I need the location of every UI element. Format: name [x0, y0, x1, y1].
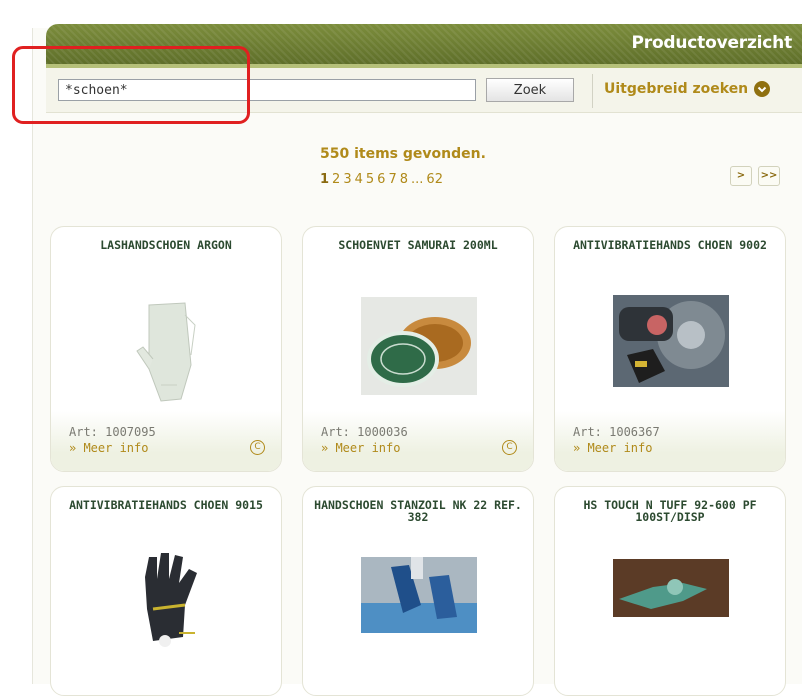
more-info-link[interactable]: » Meer info — [69, 441, 148, 455]
leather-glove-image[interactable] — [109, 295, 225, 407]
green-disposable-glove-image[interactable] — [613, 559, 729, 617]
page-ellipsis: ... — [411, 172, 424, 187]
product-name[interactable]: HANDSCHOEN STANZOIL NK 22 REF. 382 — [313, 499, 523, 523]
result-count: 550 items gevonden. — [320, 146, 486, 162]
pager-arrows: > >> — [730, 166, 780, 186]
product-card[interactable]: HS TOUCH N TUFF 92-600 PF 100ST/DISP — [554, 486, 786, 696]
pagination: 1 2 3 4 5 6 7 8 ... 62 — [320, 172, 443, 187]
product-name[interactable]: HS TOUCH N TUFF 92-600 PF 100ST/DISP — [565, 499, 775, 523]
black-glove-image[interactable] — [109, 553, 225, 649]
copyright-icon: C — [502, 440, 517, 455]
divider — [592, 74, 593, 108]
page-link[interactable]: 1 — [320, 172, 329, 187]
blue-glove-image[interactable] — [361, 557, 477, 633]
product-name[interactable]: SCHOENVET SAMURAI 200ML — [313, 239, 523, 251]
product-article-number: Art: 1006367 — [573, 425, 660, 439]
product-card[interactable]: ANTIVIBRATIEHANDS CHOEN 9002 Art: 100636… — [554, 226, 786, 472]
page-title: Productoverzicht — [631, 33, 793, 53]
product-article-number: Art: 1007095 — [69, 425, 156, 439]
shoe-polish-tin-image[interactable] — [361, 297, 477, 395]
product-name[interactable]: ANTIVIBRATIEHANDS CHOEN 9002 — [565, 239, 775, 251]
page-link[interactable]: 5 — [366, 172, 374, 187]
copyright-icon: C — [250, 440, 265, 455]
product-card[interactable]: HANDSCHOEN STANZOIL NK 22 REF. 382 — [302, 486, 534, 696]
product-name[interactable]: ANTIVIBRATIEHANDS CHOEN 9015 — [61, 499, 271, 511]
advanced-search-link[interactable]: Uitgebreid zoeken — [604, 81, 771, 97]
chevron-down-icon — [754, 81, 771, 97]
last-page-button[interactable]: >> — [758, 166, 780, 186]
product-name[interactable]: LASHANDSCHOEN ARGON — [61, 239, 271, 251]
page-link[interactable]: 2 — [332, 172, 340, 187]
search-button[interactable]: Zoek — [486, 78, 574, 102]
product-card[interactable]: ANTIVIBRATIEHANDS CHOEN 9015 — [50, 486, 282, 696]
more-info-link[interactable]: » Meer info — [573, 441, 652, 455]
product-card[interactable]: LASHANDSCHOEN ARGON Art: 1007095 » Meer … — [50, 226, 282, 472]
gloved-hand-wheel-image[interactable] — [613, 295, 729, 387]
page-link[interactable]: 6 — [377, 172, 385, 187]
more-info-link[interactable]: » Meer info — [321, 441, 400, 455]
search-row: Zoek Uitgebreid zoeken — [46, 68, 802, 113]
page-link[interactable]: 7 — [388, 172, 396, 187]
next-page-button[interactable]: > — [730, 166, 752, 186]
product-article-number: Art: 1000036 — [321, 425, 408, 439]
page-link[interactable]: 4 — [355, 172, 363, 187]
search-input[interactable] — [58, 79, 476, 101]
header-bar: Productoverzicht — [46, 24, 802, 68]
page-link[interactable]: 3 — [343, 172, 351, 187]
page-link[interactable]: 8 — [400, 172, 408, 187]
product-card[interactable]: SCHOENVET SAMURAI 200ML Art: 1000036 » M… — [302, 226, 534, 472]
page-link[interactable]: 62 — [426, 172, 443, 187]
advanced-search-label: Uitgebreid zoeken — [604, 81, 749, 97]
